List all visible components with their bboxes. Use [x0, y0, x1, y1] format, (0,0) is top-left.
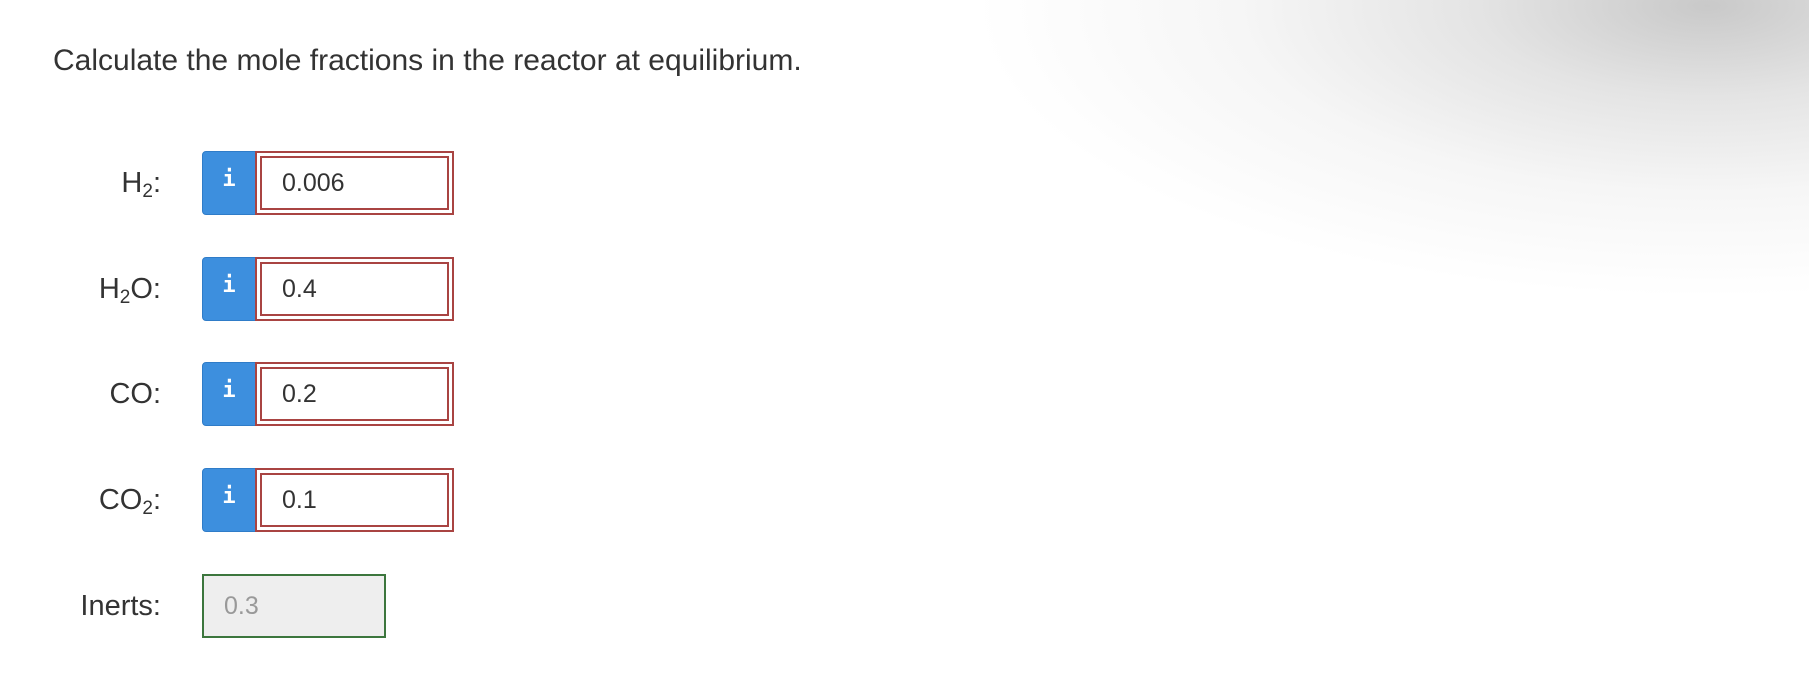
background-gradient [969, 0, 1809, 300]
question-text: Calculate the mole fractions in the reac… [53, 44, 802, 77]
answer-box-h2[interactable] [255, 151, 454, 215]
answer-input-co2[interactable] [262, 485, 447, 515]
answer-input-h2o[interactable] [262, 274, 447, 304]
info-button-co2[interactable]: i [202, 468, 256, 532]
field-label-co: CO: [109, 378, 161, 410]
field-label-h2: H2: [121, 167, 161, 202]
inerts-value [204, 591, 384, 621]
info-button-h2o[interactable]: i [202, 257, 256, 321]
field-label-inerts: Inerts: [80, 590, 161, 622]
answer-box-h2o[interactable] [255, 257, 454, 321]
answer-input-h2[interactable] [262, 168, 447, 198]
answer-input-co[interactable] [262, 379, 447, 409]
inerts-readonly-box [202, 574, 386, 638]
info-button-h2[interactable]: i [202, 151, 256, 215]
answer-box-co2[interactable] [255, 468, 454, 532]
answer-box-co[interactable] [255, 362, 454, 426]
field-label-co2: CO2: [98, 484, 161, 519]
info-button-co[interactable]: i [202, 362, 256, 426]
field-label-h2o: H2O: [98, 273, 161, 308]
